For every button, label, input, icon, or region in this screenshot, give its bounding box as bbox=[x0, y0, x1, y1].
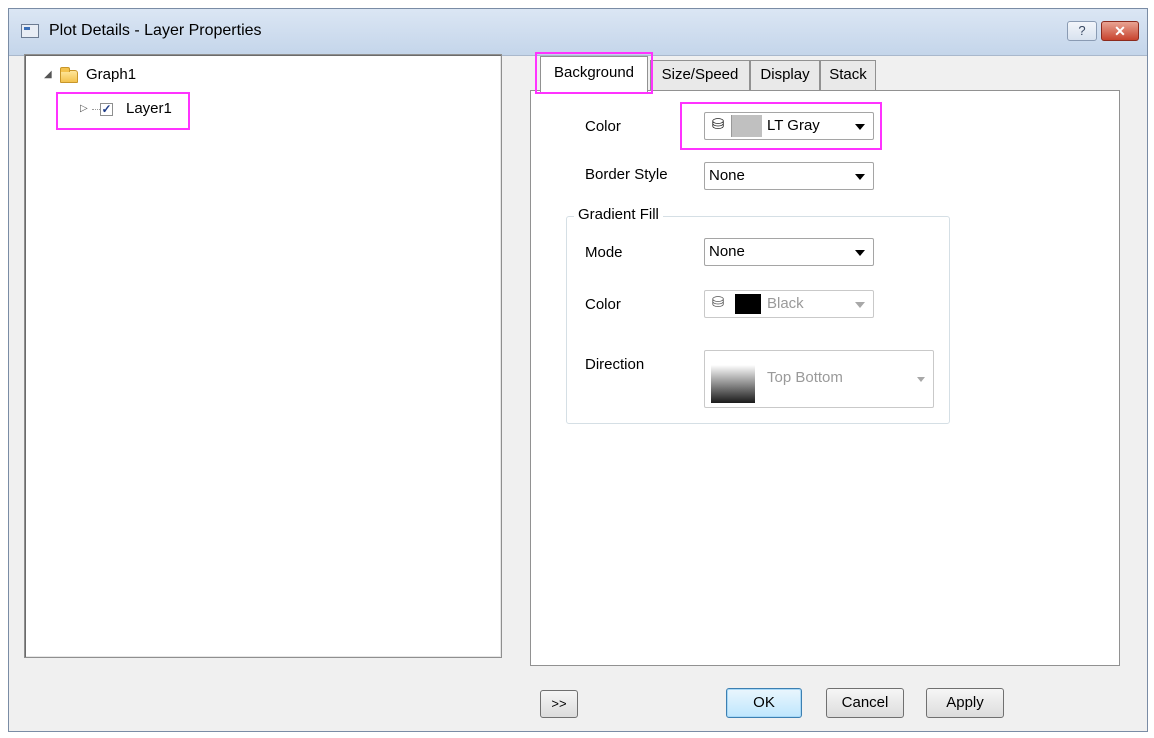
expand-button[interactable]: >> bbox=[540, 690, 578, 718]
border-style-dropdown[interactable]: None bbox=[704, 162, 874, 190]
paint-bucket-icon: ⛁ bbox=[711, 294, 725, 311]
chevron-down-icon bbox=[917, 377, 925, 382]
chevron-down-icon bbox=[855, 302, 865, 308]
ok-button[interactable]: OK bbox=[726, 688, 802, 718]
folder-icon bbox=[60, 67, 78, 83]
collapse-icon[interactable]: ◢ bbox=[44, 64, 52, 86]
highlight-layer1 bbox=[56, 92, 190, 130]
tab-size-speed[interactable]: Size/Speed bbox=[650, 60, 750, 90]
title-bar[interactable]: Plot Details - Layer Properties ? ✕ bbox=[9, 9, 1147, 56]
border-style-value: None bbox=[709, 167, 745, 184]
layer-tree[interactable] bbox=[24, 54, 502, 658]
window-title: Plot Details - Layer Properties bbox=[49, 22, 262, 39]
app-icon bbox=[21, 24, 39, 38]
chevron-down-icon bbox=[855, 250, 865, 256]
help-button[interactable]: ? bbox=[1067, 21, 1097, 41]
cancel-button[interactable]: Cancel bbox=[826, 688, 904, 718]
direction-value: Top Bottom bbox=[767, 369, 843, 386]
border-style-label: Border Style bbox=[585, 166, 668, 183]
mode-dropdown[interactable]: None bbox=[704, 238, 874, 266]
direction-dropdown[interactable]: Top Bottom bbox=[704, 350, 934, 408]
tab-stack[interactable]: Stack bbox=[820, 60, 876, 90]
highlight-background-tab bbox=[535, 52, 653, 94]
highlight-color-dropdown bbox=[680, 102, 882, 150]
color-label: Color bbox=[585, 118, 621, 135]
tab-display[interactable]: Display bbox=[750, 60, 820, 90]
gradient-color-value: Black bbox=[767, 295, 804, 312]
gradient-color-label: Color bbox=[585, 296, 621, 313]
apply-button[interactable]: Apply bbox=[926, 688, 1004, 718]
mode-label: Mode bbox=[585, 244, 623, 261]
gradient-preview bbox=[711, 365, 755, 403]
gradient-color-dropdown[interactable]: ⛁ Black bbox=[704, 290, 874, 318]
mode-value: None bbox=[709, 243, 745, 260]
chevron-down-icon bbox=[855, 174, 865, 180]
gradient-fill-title: Gradient Fill bbox=[574, 206, 663, 223]
tree-item-label: Graph1 bbox=[86, 66, 137, 83]
direction-label: Direction bbox=[585, 356, 645, 373]
black-swatch bbox=[735, 294, 761, 314]
close-button[interactable]: ✕ bbox=[1101, 21, 1139, 41]
